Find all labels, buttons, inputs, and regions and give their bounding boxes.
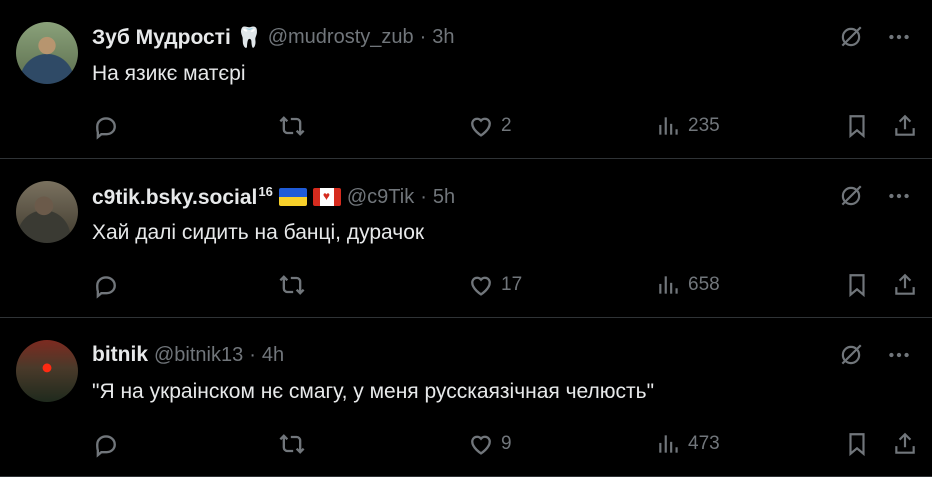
user-handle[interactable]: @c9Tik (347, 186, 414, 209)
share-icon (895, 432, 915, 454)
user-name[interactable]: c9tik.bsky.social16 (92, 184, 273, 210)
heart-icon (471, 435, 491, 455)
retweet-button[interactable] (277, 430, 307, 458)
views-icon (659, 435, 678, 453)
retweet-icon (279, 275, 305, 295)
more-icon[interactable] (886, 183, 912, 214)
views-count: 473 (688, 433, 720, 454)
action-bar: 2 235 (92, 104, 922, 144)
like-button[interactable]: 2 (467, 112, 512, 140)
grok-icon[interactable] (838, 183, 864, 214)
views-button[interactable]: 658 (656, 271, 720, 299)
avatar[interactable] (16, 340, 78, 402)
reply-icon (96, 117, 116, 140)
user-handle[interactable]: @bitnik13 (154, 344, 243, 367)
reply-icon (96, 435, 116, 458)
timestamp[interactable]: 3h (432, 26, 454, 49)
share-icon (895, 114, 915, 136)
user-name[interactable]: bitnik (92, 343, 148, 367)
views-icon (659, 276, 678, 294)
views-count: 235 (688, 115, 720, 136)
bookmark-button[interactable] (844, 112, 870, 140)
tweet[interactable]: c9tik.bsky.social16 @c9Tik · 5h Хай далі… (0, 159, 932, 318)
avatar[interactable] (16, 181, 78, 243)
bookmark-icon (849, 115, 865, 139)
reply-button[interactable] (92, 271, 120, 299)
retweet-button[interactable] (277, 271, 307, 299)
user-name-text: c9tik.bsky.social (92, 186, 258, 209)
separator-dot: · (249, 343, 256, 366)
reply-button[interactable] (92, 430, 120, 458)
separator-dot: · (419, 26, 427, 48)
tweet-header: bitnik @bitnik13 · 4h (92, 343, 284, 367)
share-button[interactable] (892, 112, 918, 140)
tweet-text: "Я на украінском нє смагу, у меня русска… (92, 380, 655, 403)
more-icon[interactable] (886, 24, 912, 55)
heart-icon (471, 117, 491, 137)
bookmark-icon (849, 274, 865, 298)
tooth-emoji: 🦷 (236, 27, 262, 49)
reply-icon (96, 276, 116, 299)
like-count: 2 (501, 115, 512, 136)
tweet-header: c9tik.bsky.social16 @c9Tik · 5h (92, 184, 455, 210)
share-icon (895, 273, 915, 295)
tweet-text: Хай далі сидить на банці, дурачок (92, 221, 425, 244)
retweet-icon (279, 116, 305, 136)
like-count: 17 (501, 274, 523, 295)
views-button[interactable]: 473 (656, 430, 720, 458)
avatar[interactable] (16, 22, 78, 84)
tweet[interactable]: bitnik @bitnik13 · 4h "Я на украінском н… (0, 318, 932, 477)
grok-icon[interactable] (838, 342, 864, 373)
user-handle[interactable]: @mudrosty_zub (268, 26, 414, 49)
retweet-button[interactable] (277, 112, 307, 140)
reply-button[interactable] (92, 112, 120, 140)
canada-flag-icon (312, 188, 341, 206)
share-button[interactable] (892, 430, 918, 458)
tweet[interactable]: Зуб Мудрості 🦷 @mudrosty_zub · 3h На язи… (0, 0, 932, 159)
like-button[interactable]: 17 (467, 271, 522, 299)
views-count: 658 (688, 274, 720, 295)
views-button[interactable]: 235 (656, 112, 720, 140)
like-count: 9 (501, 433, 512, 454)
heart-icon (471, 276, 491, 296)
like-button[interactable]: 9 (467, 430, 512, 458)
share-button[interactable] (892, 271, 918, 299)
more-icon[interactable] (886, 342, 912, 373)
retweet-icon (279, 434, 305, 454)
tweet-header: Зуб Мудрості 🦷 @mudrosty_zub · 3h (92, 25, 455, 50)
timestamp[interactable]: 4h (262, 344, 284, 367)
grok-icon[interactable] (838, 24, 864, 55)
bookmark-icon (849, 433, 865, 457)
tweet-text: На язикє матєрі (92, 62, 246, 85)
action-bar: 9 473 (92, 422, 922, 462)
ukraine-flag-icon (278, 188, 307, 206)
superscript: 16 (258, 184, 273, 199)
action-bar: 17 658 (92, 263, 922, 303)
separator-dot: · (420, 185, 427, 208)
bookmark-button[interactable] (844, 271, 870, 299)
bookmark-button[interactable] (844, 430, 870, 458)
user-name[interactable]: Зуб Мудрості (92, 26, 231, 50)
views-icon (659, 117, 678, 135)
timestamp[interactable]: 5h (433, 186, 455, 209)
